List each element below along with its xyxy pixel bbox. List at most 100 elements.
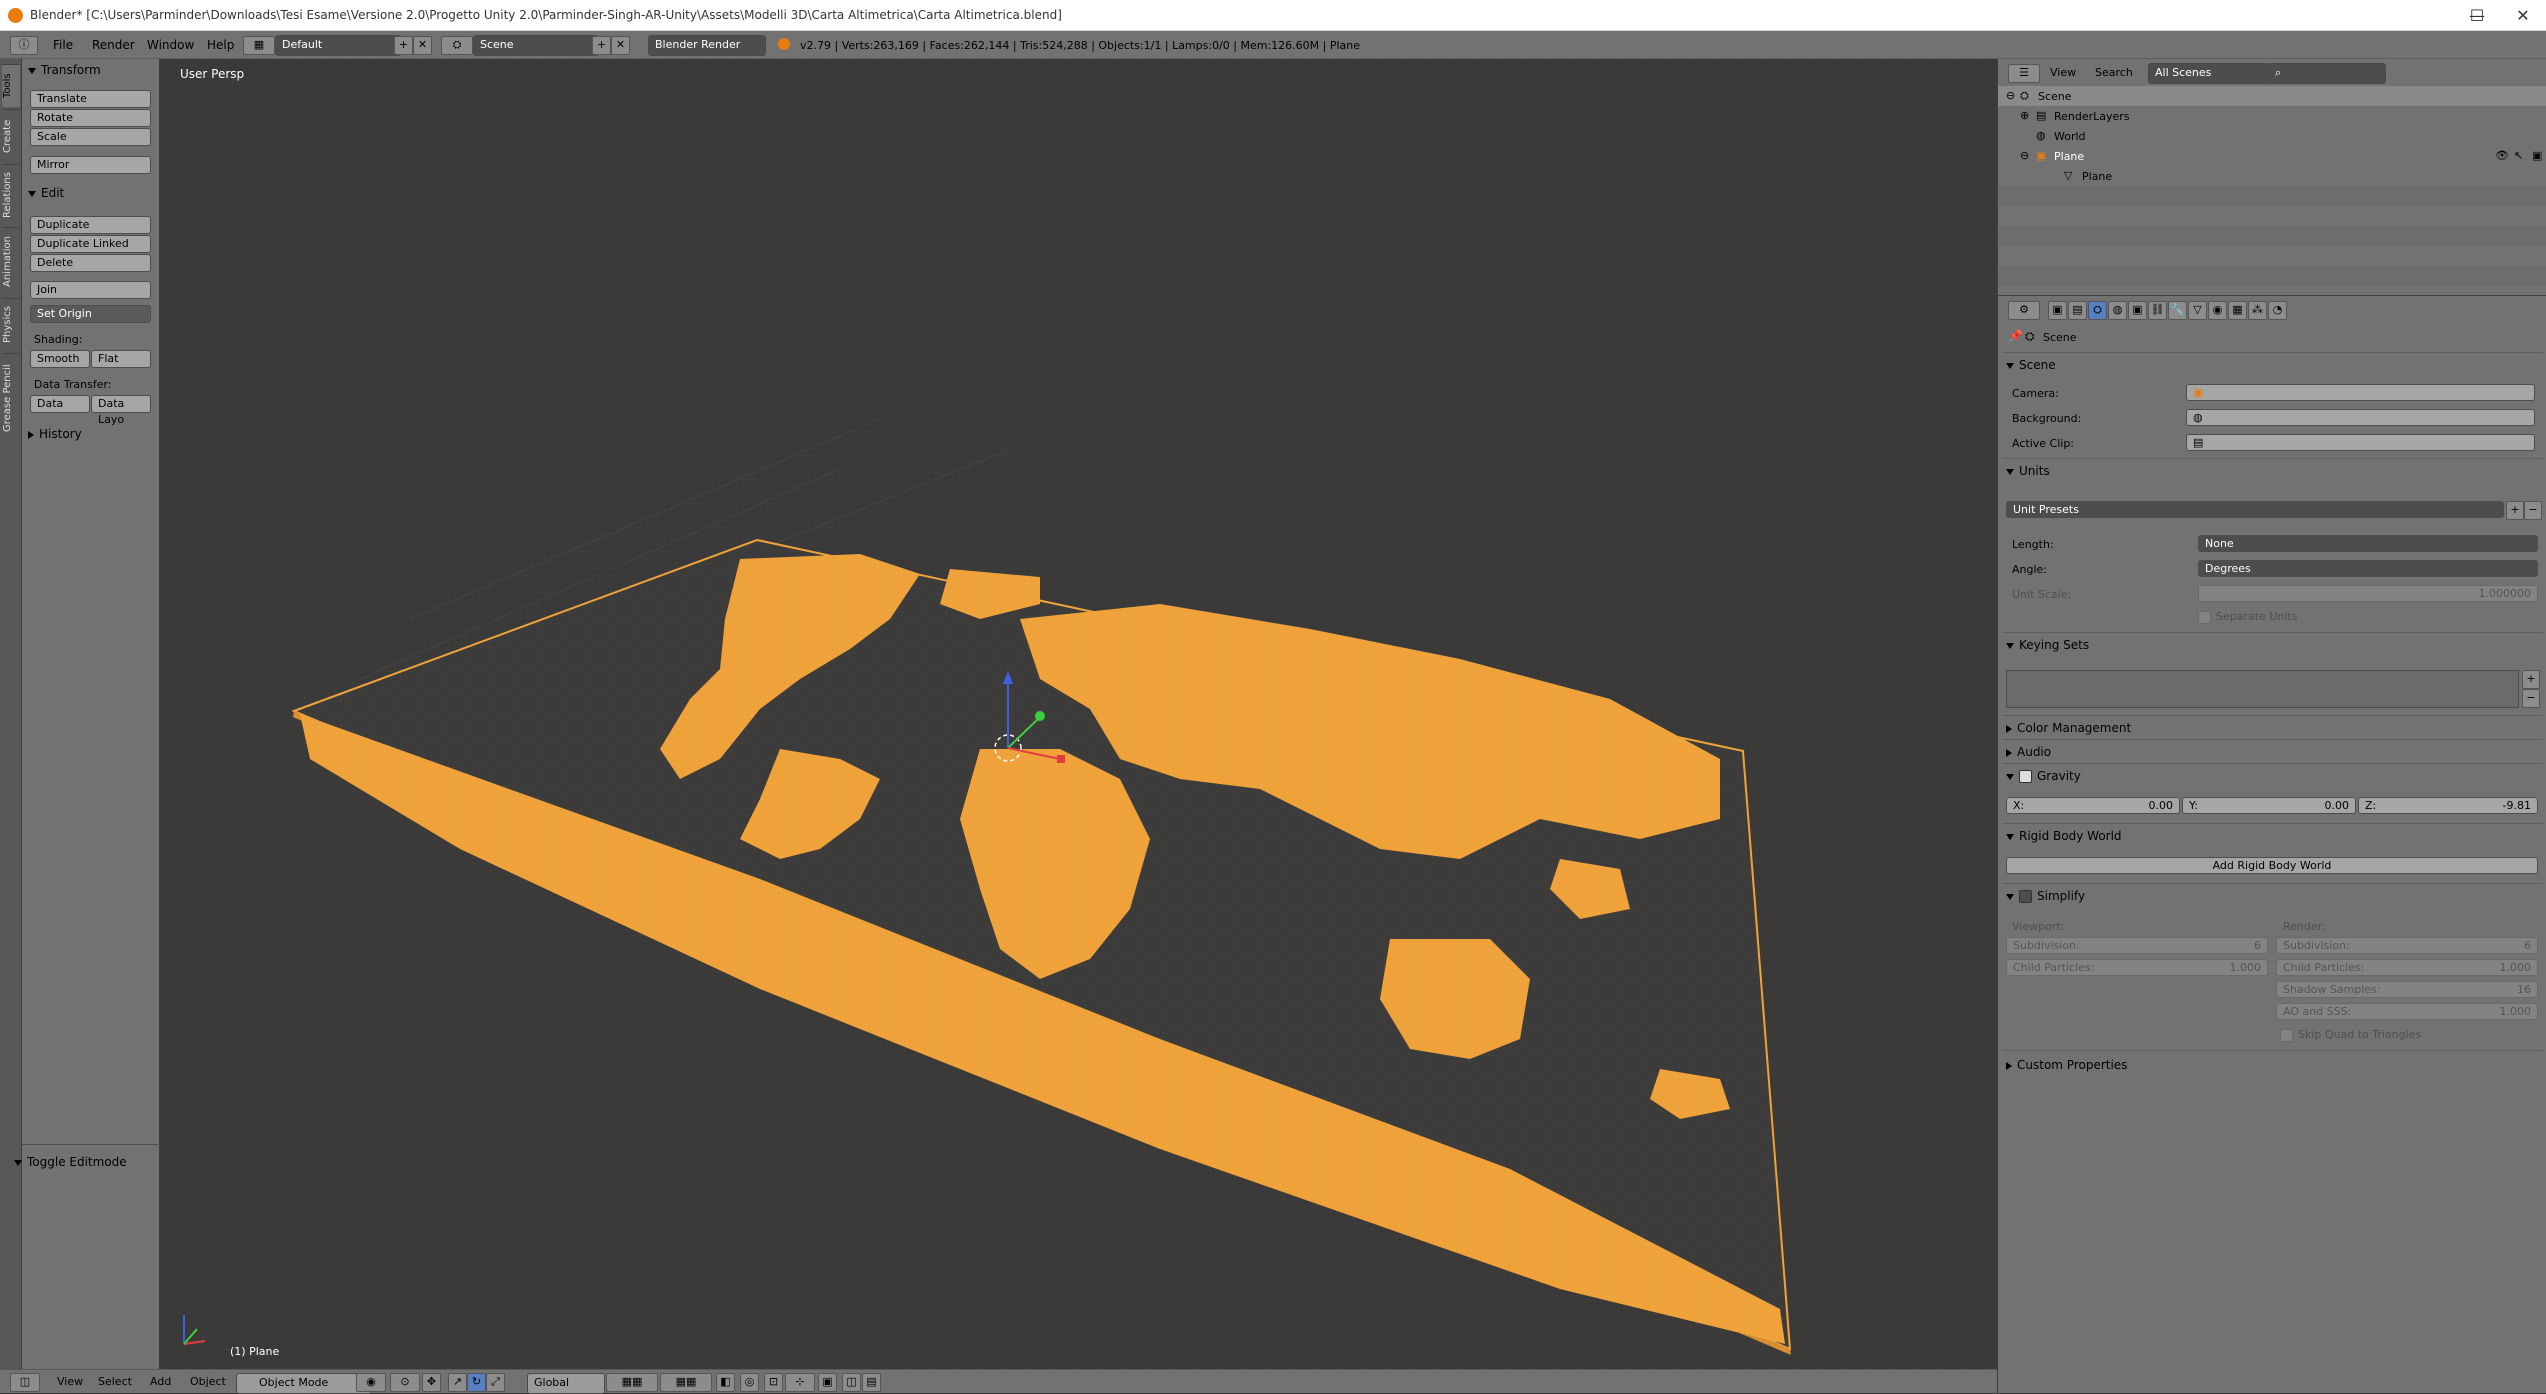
snap-toggle-icon[interactable]: ⊡ (764, 1373, 783, 1392)
proportional-edit-icon[interactable]: ◎ (740, 1373, 759, 1392)
outliner-row-renderlayers[interactable]: ⊕ ▤ RenderLayers (1998, 106, 2546, 126)
translate-button[interactable]: Translate (30, 90, 151, 108)
editor-type-properties-button[interactable]: ⚙ (2008, 301, 2040, 320)
orientation-dropdown[interactable]: Global (527, 1373, 605, 1394)
rotate-button[interactable]: Rotate (30, 109, 151, 127)
add-scene-icon[interactable]: + (592, 36, 611, 55)
audio-panel-header[interactable]: Audio (2006, 745, 2051, 759)
visibility-eye-icon[interactable]: 👁 (2495, 149, 2509, 162)
scene-panel-header[interactable]: Scene (2006, 358, 2056, 372)
texture-tab-icon[interactable]: ▦ (2228, 301, 2247, 320)
physics-tab-icon[interactable]: ◔ (2268, 301, 2287, 320)
modifiers-tab-icon[interactable]: 🔧 (2168, 301, 2187, 320)
add-rigid-body-button[interactable]: Add Rigid Body World (2006, 857, 2538, 874)
render-anim-icon[interactable]: ▤ (862, 1373, 881, 1392)
layout-field[interactable]: Default (275, 35, 401, 56)
skip-quad-checkbox[interactable]: Skip Quad to Triangles (2280, 1028, 2421, 1042)
set-origin-dropdown[interactable]: Set Origin (30, 305, 151, 323)
translate-manip-icon[interactable]: ↗ (448, 1373, 467, 1392)
tab-grease-pencil[interactable]: Grease Pencil (2, 353, 20, 442)
scene-tab-icon[interactable]: ⛭ (2088, 301, 2107, 320)
gravity-z-field[interactable]: Z: -9.81 (2358, 797, 2538, 814)
add-keying-set-icon[interactable]: + (2522, 670, 2540, 689)
join-button[interactable]: Join (30, 281, 151, 299)
outliner-menu-view[interactable]: View (2050, 66, 2076, 79)
outliner-menu-search[interactable]: Search (2095, 66, 2133, 79)
simplify-panel-header[interactable]: Simplify (2006, 889, 2085, 903)
remove-preset-icon[interactable]: − (2524, 501, 2542, 520)
selectability-icon[interactable]: ↖ (2514, 149, 2523, 162)
menu-select[interactable]: Select (98, 1375, 132, 1388)
collapse-icon[interactable]: ⊖ (2020, 149, 2029, 162)
length-dropdown[interactable]: None (2198, 535, 2538, 552)
add-preset-icon[interactable]: + (2506, 501, 2524, 520)
scene-icon[interactable]: ⛭ (441, 36, 473, 55)
history-panel-header[interactable]: History (28, 427, 82, 441)
remove-keying-set-icon[interactable]: − (2522, 689, 2540, 708)
renderability-icon[interactable]: ▣ (2532, 149, 2542, 162)
menu-add[interactable]: Add (150, 1375, 171, 1388)
shadow-samples-field[interactable]: Shadow Samples: 16 (2276, 981, 2538, 998)
scale-button[interactable]: Scale (30, 128, 151, 146)
editor-type-info-button[interactable]: ⓘ (10, 36, 38, 55)
render-subdivision-field[interactable]: Subdivision: 6 (2276, 937, 2538, 954)
separate-units-checkbox[interactable]: Separate Units (2198, 610, 2297, 624)
menu-view[interactable]: View (57, 1375, 83, 1388)
duplicate-button[interactable]: Duplicate (30, 216, 151, 234)
layer-lock-icon[interactable]: ◧ (716, 1373, 735, 1392)
layers-block-2[interactable]: ▦▦ (660, 1373, 712, 1392)
tab-create[interactable]: Create (2, 109, 20, 162)
outliner-search-input[interactable]: ⌕ (2268, 63, 2386, 84)
menu-window[interactable]: Window (147, 38, 194, 52)
edit-panel-header[interactable]: Edit (28, 186, 64, 200)
simplify-checkbox[interactable] (2019, 890, 2032, 903)
outliner-row-plane-mesh[interactable]: ▽ Plane (1998, 166, 2546, 186)
layers-block-1[interactable]: ▦▦ (606, 1373, 658, 1392)
gravity-checkbox[interactable] (2019, 770, 2032, 783)
angle-dropdown[interactable]: Degrees (2198, 560, 2538, 577)
smooth-button[interactable]: Smooth (30, 350, 90, 368)
tab-relations[interactable]: Relations (2, 164, 20, 225)
3d-viewport[interactable]: User Persp (1) Plane (160, 59, 1997, 1369)
scale-manip-icon[interactable]: ⤢ (486, 1373, 505, 1392)
color-management-panel-header[interactable]: Color Management (2006, 721, 2131, 735)
menu-object[interactable]: Object (190, 1375, 226, 1388)
display-mode-dropdown[interactable]: All Scenes (2148, 63, 2271, 84)
viewport-child-particles-field[interactable]: Child Particles: 1.000 (2006, 959, 2268, 976)
rotate-manip-icon[interactable]: ↻ (467, 1373, 486, 1392)
remove-scene-icon[interactable]: ✕ (611, 36, 630, 55)
gravity-panel-header[interactable]: Gravity (2006, 769, 2081, 783)
gravity-x-field[interactable]: X: 0.00 (2006, 797, 2180, 814)
constraints-tab-icon[interactable]: ⛓ (2148, 301, 2167, 320)
render-camera-icon[interactable]: ◫ (842, 1373, 861, 1392)
ao-sss-field[interactable]: AO and SSS: 1.000 (2276, 1003, 2538, 1020)
keying-sets-panel-header[interactable]: Keying Sets (2006, 638, 2089, 652)
pin-icon[interactable]: 📌 (2008, 329, 2023, 343)
tab-tools[interactable]: Tools (2, 64, 20, 107)
unit-scale-field[interactable]: 1.000000 (2198, 585, 2538, 602)
outliner-row-plane-object[interactable]: ⊖ ▣ Plane 👁 ↖ ▣ (1998, 146, 2546, 166)
editor-type-outliner-button[interactable]: ☰ (2008, 64, 2040, 83)
menu-render[interactable]: Render (92, 38, 135, 52)
keying-sets-list[interactable] (2006, 670, 2519, 708)
collapse-icon[interactable]: ⊖ (2006, 89, 2015, 102)
transform-panel-header[interactable]: Transform (28, 63, 101, 77)
unit-presets-dropdown[interactable]: Unit Presets (2006, 501, 2504, 518)
units-panel-header[interactable]: Units (2006, 464, 2050, 478)
mirror-button[interactable]: Mirror (30, 156, 151, 174)
outliner-row-scene[interactable]: ⊖ ⛭ Scene (1998, 86, 2546, 106)
menu-help[interactable]: Help (207, 38, 234, 52)
menu-file[interactable]: File (53, 38, 73, 52)
remove-layout-icon[interactable]: ✕ (413, 36, 432, 55)
data-layout-button[interactable]: Data Layo (91, 395, 151, 426)
minimize-btn-alt[interactable] (2408, 0, 2454, 31)
snap-element-icon[interactable]: ⊹ (785, 1373, 815, 1392)
toggle-editmode-header[interactable]: Toggle Editmode (14, 1155, 127, 1169)
render-tab-icon[interactable]: ▣ (2048, 301, 2067, 320)
close-button[interactable]: ✕ (2500, 0, 2546, 31)
render-layers-tab-icon[interactable]: ▤ (2068, 301, 2087, 320)
custom-properties-panel-header[interactable]: Custom Properties (2006, 1058, 2127, 1072)
background-field[interactable]: ◍ (2186, 409, 2535, 426)
screen-layout-icon[interactable]: ▦ (243, 36, 275, 55)
flat-button[interactable]: Flat (91, 350, 151, 368)
